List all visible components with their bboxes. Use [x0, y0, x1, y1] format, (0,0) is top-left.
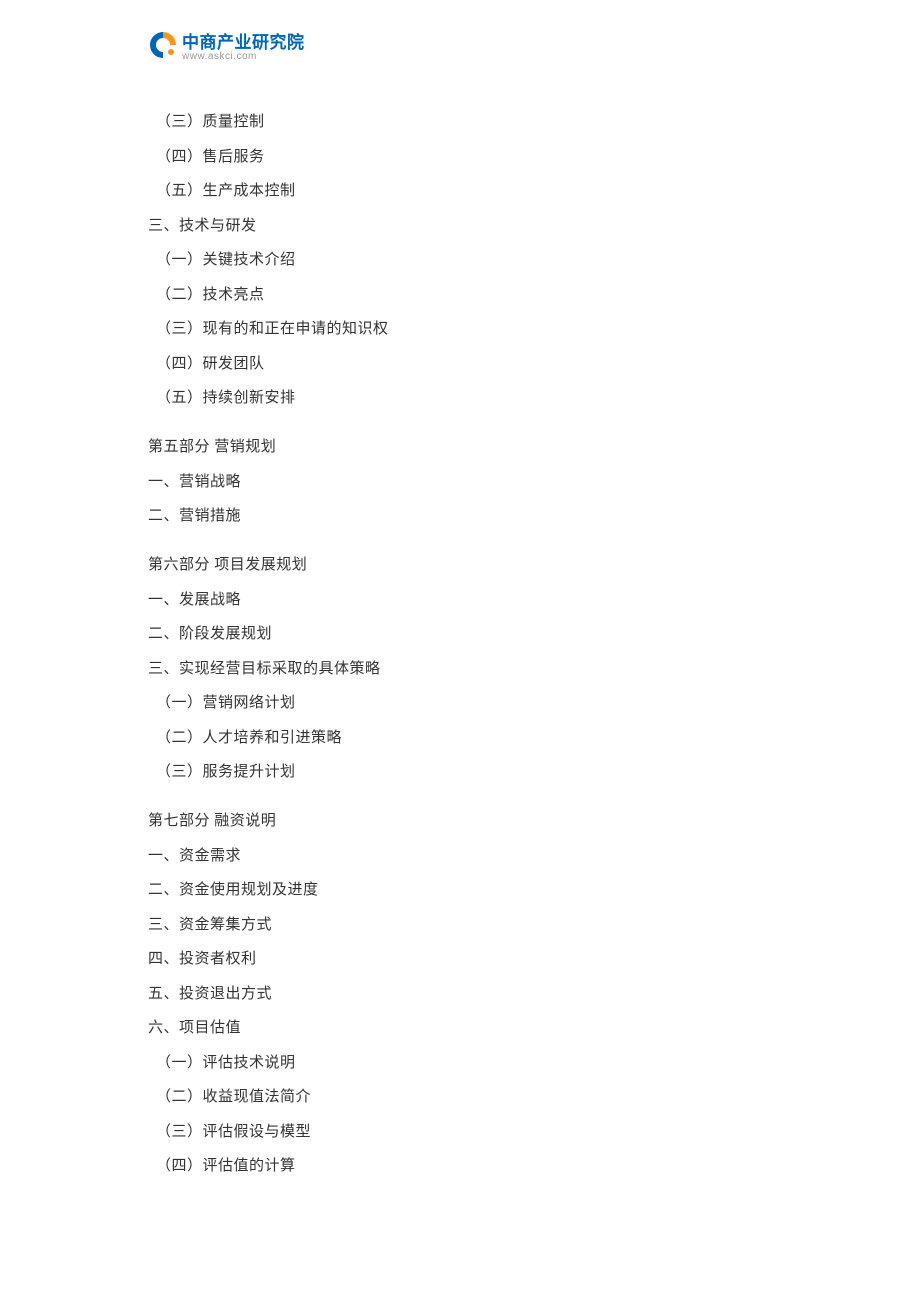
- outline-line: （二）人才培养和引进策略: [148, 731, 768, 746]
- outline-line: （二）技术亮点: [148, 288, 768, 303]
- outline-line: （四）售后服务: [148, 150, 768, 165]
- outline-line: 第六部分 项目发展规划: [148, 558, 768, 573]
- outline-line: 一、发展战略: [148, 593, 768, 608]
- outline-line: 一、资金需求: [148, 849, 768, 864]
- outline-line: 三、实现经营目标采取的具体策略: [148, 662, 768, 677]
- outline-line: （三）现有的和正在申请的知识权: [148, 322, 768, 337]
- outline-line: 六、项目估值: [148, 1021, 768, 1036]
- outline-line: 二、资金使用规划及进度: [148, 883, 768, 898]
- outline-line: （一）营销网络计划: [148, 696, 768, 711]
- logo-name-cn: 中商产业研究院: [182, 28, 305, 53]
- outline-line: （三）服务提升计划: [148, 765, 768, 780]
- header-logo: 中商产业研究院 www.askci.com: [148, 28, 305, 62]
- outline-line: （一）关键技术介绍: [148, 253, 768, 268]
- outline-line: 三、资金筹集方式: [148, 918, 768, 933]
- logo-name-en: www.askci.com: [182, 51, 305, 62]
- outline-line: 二、营销措施: [148, 509, 768, 524]
- outline-line: 第七部分 融资说明: [148, 814, 768, 829]
- outline-line: （四）评估值的计算: [148, 1159, 768, 1174]
- logo-texts: 中商产业研究院 www.askci.com: [182, 28, 305, 62]
- outline-line: （四）研发团队: [148, 357, 768, 372]
- outline-line: 三、技术与研发: [148, 219, 768, 234]
- document-content: （三）质量控制 （四）售后服务 （五）生产成本控制三、技术与研发 （一）关键技术介绍 （…: [148, 115, 768, 1194]
- outline-line: 第五部分 营销规划: [148, 440, 768, 455]
- outline-line: （三）评估假设与模型: [148, 1125, 768, 1140]
- outline-line: （五）持续创新安排: [148, 391, 768, 406]
- outline-line: 四、投资者权利: [148, 952, 768, 967]
- outline-line: （三）质量控制: [148, 115, 768, 130]
- outline-line: 二、阶段发展规划: [148, 627, 768, 642]
- logo-icon: [148, 30, 178, 60]
- outline-line: 一、营销战略: [148, 475, 768, 490]
- outline-line: （一）评估技术说明: [148, 1056, 768, 1071]
- outline-line: （二）收益现值法简介: [148, 1090, 768, 1105]
- outline-line: （五）生产成本控制: [148, 184, 768, 199]
- outline-line: 五、投资退出方式: [148, 987, 768, 1002]
